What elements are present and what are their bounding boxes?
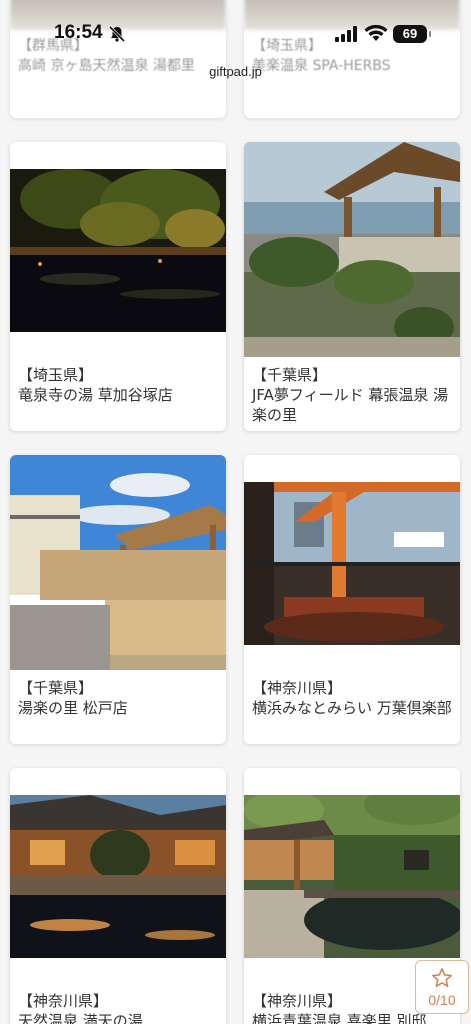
bell-muted-icon xyxy=(108,25,126,43)
site-url: giftpad.jp xyxy=(209,64,262,79)
facility-prefecture: 【神奈川県】 xyxy=(18,992,109,1010)
favorites-button[interactable]: 0/10 xyxy=(415,960,469,1014)
facility-card[interactable]: 【神奈川県】 横浜みなとみらい 万葉倶楽部 xyxy=(244,455,460,744)
facility-prefecture: 【神奈川県】 xyxy=(252,679,343,697)
facility-card[interactable]: 【埼玉県】 竜泉寺の湯 草加谷塚店 xyxy=(10,142,226,431)
wifi-icon xyxy=(364,24,388,41)
battery-indicator: 69 xyxy=(393,25,431,43)
seaside-terrace-photo xyxy=(244,142,460,357)
status-bar: 16:54 69 xyxy=(0,0,471,70)
facility-name: 竜泉寺の湯 草加谷塚店 xyxy=(18,386,173,404)
facility-prefecture: 【千葉県】 xyxy=(252,366,328,384)
facility-card[interactable]: 【千葉県】 JFA夢フィールド 幕張温泉 湯楽の里 xyxy=(244,142,460,431)
facility-name: 天然温泉 満天の湯 xyxy=(18,1012,143,1024)
signal-icon xyxy=(335,26,357,42)
facility-name: 横浜みなとみらい 万葉倶楽部 xyxy=(252,699,452,717)
harbor-view-bath-photo xyxy=(244,482,460,645)
night-garden-bath-photo xyxy=(10,169,226,332)
star-icon xyxy=(432,968,452,987)
facility-prefecture: 【埼玉県】 xyxy=(18,366,94,384)
favorites-count: 0/10 xyxy=(428,992,456,1008)
garden-bath-photo xyxy=(244,795,460,958)
facility-name: JFA夢フィールド 幕張温泉 湯楽の里 xyxy=(252,386,449,424)
night-ryokan-bath-photo xyxy=(10,795,226,958)
facility-prefecture: 【千葉県】 xyxy=(18,679,94,697)
facility-prefecture: 【神奈川県】 xyxy=(252,992,343,1010)
status-time: 16:54 xyxy=(54,22,103,43)
open-air-deck-photo xyxy=(10,455,226,670)
facility-card[interactable]: 【千葉県】 湯楽の里 松戸店 xyxy=(10,455,226,744)
facility-name: 湯楽の里 松戸店 xyxy=(18,699,128,717)
facility-card[interactable]: 【神奈川県】 天然温泉 満天の湯 xyxy=(10,768,226,1024)
